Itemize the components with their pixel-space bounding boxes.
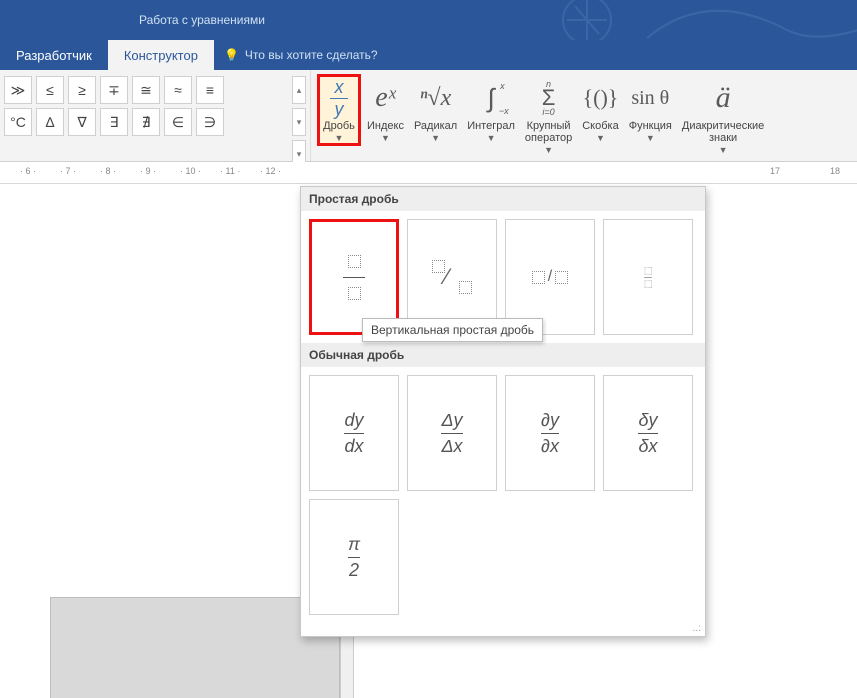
- symbol-button[interactable]: ≡: [196, 76, 224, 104]
- fraction-option-stacked[interactable]: Вертикальная простая дробь: [309, 219, 399, 335]
- chevron-down-icon: ▼: [381, 133, 390, 143]
- fraction-option-common[interactable]: π2: [309, 499, 399, 615]
- symbol-button[interactable]: ≤: [36, 76, 64, 104]
- symbol-button[interactable]: °C: [4, 108, 32, 136]
- symbol-button[interactable]: ∈: [164, 108, 192, 136]
- accent-label: Диакритические знаки: [682, 120, 764, 144]
- ribbon: ≫≤≥∓≅≈≡ °C∆∇∃∄∈∋ ▴ ▾ ▾ xy Дробь ▼ eˣ Инд…: [0, 70, 857, 162]
- function-icon: sin θ: [631, 78, 669, 118]
- fraction-gallery: Простая дробь Вертикальная простая дробь…: [300, 186, 706, 637]
- radical-button[interactable]: ⁿ√x Радикал ▼: [410, 74, 461, 145]
- ruler-number: · 12 ·: [260, 166, 281, 176]
- ruler-number: · 6 ·: [20, 166, 36, 176]
- bracket-button[interactable]: {()} Скобка ▼: [578, 74, 622, 145]
- function-label: Функция: [629, 120, 672, 132]
- accent-button[interactable]: ä Диакритические знаки ▼: [678, 74, 768, 157]
- placeholder-box-icon: [459, 281, 472, 294]
- symbol-button[interactable]: ∓: [100, 76, 128, 104]
- symbols-scroll-down[interactable]: ▾: [292, 108, 306, 136]
- placeholder-box-icon: [644, 280, 651, 287]
- ruler-number: · 11 ·: [220, 166, 240, 176]
- script-label: Индекс: [367, 120, 404, 132]
- radical-icon: ⁿ√x: [420, 78, 451, 118]
- symbol-button[interactable]: ≈: [164, 76, 192, 104]
- equation-placeholder[interactable]: Место для уравнени ▴ ▾: [50, 597, 340, 698]
- sigma-icon: nΣi=0: [542, 78, 556, 118]
- gallery-section-simple: Простая дробь: [301, 187, 705, 211]
- fraction-option-common[interactable]: dydx: [309, 375, 399, 491]
- placeholder-box-icon: [348, 255, 361, 268]
- symbols-group: ≫≤≥∓≅≈≡ °C∆∇∃∄∈∋ ▴ ▾ ▾: [0, 70, 311, 161]
- fraction-option-common[interactable]: ∂y∂x: [505, 375, 595, 491]
- symbol-button[interactable]: ∇: [68, 108, 96, 136]
- fraction-label: Дробь: [323, 120, 355, 132]
- symbol-button[interactable]: ≫: [4, 76, 32, 104]
- script-icon: eˣ: [375, 78, 395, 118]
- symbol-button[interactable]: ≅: [132, 76, 160, 104]
- function-button[interactable]: sin θ Функция ▼: [625, 74, 676, 145]
- tell-me[interactable]: 💡 Что вы хотите сделать?: [214, 40, 388, 70]
- large-operator-label: Крупный оператор: [525, 120, 572, 144]
- large-operator-button[interactable]: nΣi=0 Крупный оператор ▼: [521, 74, 576, 157]
- script-button[interactable]: eˣ Индекс ▼: [363, 74, 408, 145]
- context-tab-equation: Работа с уравнениями: [117, 0, 287, 40]
- tooltip: Вертикальная простая дробь: [362, 318, 543, 342]
- fraction-option-common[interactable]: δyδx: [603, 375, 693, 491]
- ruler-number: · 7 ·: [60, 166, 76, 176]
- placeholder-box-icon: [432, 260, 445, 273]
- structures-group: xy Дробь ▼ eˣ Индекс ▼ ⁿ√x Радикал ▼ ∫x−…: [311, 70, 774, 161]
- symbols-scroll-up[interactable]: ▴: [292, 76, 306, 104]
- ruler-number: · 10 ·: [180, 166, 201, 176]
- symbol-button[interactable]: ∋: [196, 108, 224, 136]
- symbol-button[interactable]: ∃: [100, 108, 128, 136]
- chevron-down-icon: ▼: [646, 133, 655, 143]
- placeholder-box-icon: [644, 267, 651, 274]
- lightbulb-icon: 💡: [224, 48, 239, 62]
- fraction-option-small[interactable]: [603, 219, 693, 335]
- symbol-button[interactable]: ≥: [68, 76, 96, 104]
- placeholder-box-icon: [532, 271, 545, 284]
- ruler-number: 17: [770, 166, 780, 176]
- chevron-down-icon: ▼: [431, 133, 440, 143]
- ruler-number: · 9 ·: [140, 166, 156, 176]
- ribbon-tabs: Разработчик Конструктор 💡 Что вы хотите …: [0, 40, 857, 70]
- chevron-down-icon: ▼: [596, 133, 605, 143]
- fraction-option-common[interactable]: ΔyΔx: [407, 375, 497, 491]
- placeholder-box-icon: [348, 287, 361, 300]
- chevron-down-icon: ▼: [544, 145, 553, 155]
- radical-label: Радикал: [414, 120, 457, 132]
- tell-me-label: Что вы хотите сделать?: [245, 48, 378, 62]
- symbol-button[interactable]: ∆: [36, 108, 64, 136]
- horizontal-ruler[interactable]: · 6 · · 7 · · 8 · · 9 · · 10 · · 11 · · 12 · 17…: [0, 162, 857, 184]
- title-bar: Работа с уравнениями: [0, 0, 857, 40]
- ruler-number: 18: [830, 166, 840, 176]
- header-decoration: [287, 0, 857, 40]
- accent-icon: ä: [716, 78, 731, 118]
- integral-button[interactable]: ∫x−x Интеграл ▼: [463, 74, 519, 145]
- bracket-icon: {()}: [583, 78, 619, 118]
- fraction-button[interactable]: xy Дробь ▼: [317, 74, 361, 146]
- bracket-label: Скобка: [582, 120, 618, 132]
- tab-design[interactable]: Конструктор: [108, 40, 214, 70]
- chevron-down-icon: ▼: [335, 133, 344, 143]
- fraction-icon: xy: [330, 78, 348, 118]
- chevron-down-icon: ▼: [719, 145, 728, 155]
- ruler-number: · 8 ·: [100, 166, 116, 176]
- integral-icon: ∫x−x: [487, 78, 494, 118]
- integral-label: Интеграл: [467, 120, 515, 132]
- resize-grip-icon[interactable]: ..:: [301, 623, 705, 636]
- chevron-down-icon: ▼: [487, 133, 496, 143]
- symbol-button[interactable]: ∄: [132, 108, 160, 136]
- gallery-section-common: Обычная дробь: [301, 343, 705, 367]
- placeholder-box-icon: [555, 271, 568, 284]
- tab-developer[interactable]: Разработчик: [0, 40, 108, 70]
- document-area: Простая дробь Вертикальная простая дробь…: [0, 184, 857, 698]
